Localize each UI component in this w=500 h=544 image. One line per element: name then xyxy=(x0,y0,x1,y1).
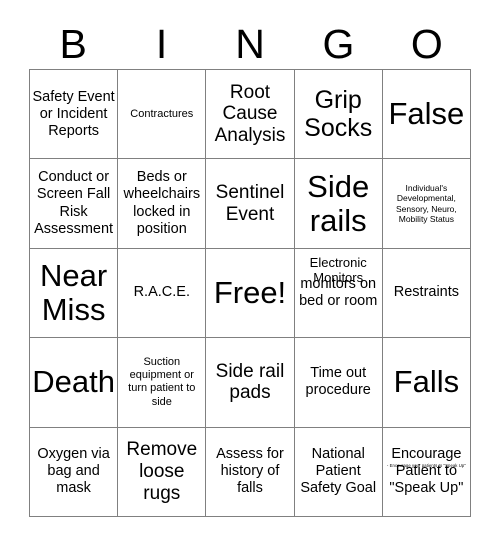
bingo-cell-label: National Patient Safety Goal xyxy=(300,446,377,497)
header-letter-b: B xyxy=(59,20,87,67)
bingo-cell-label: Remove loose rugs xyxy=(126,439,198,504)
bingo-cell-g5[interactable]: National Patient Safety Goal xyxy=(294,427,383,517)
bingo-cell-label: Safety Event or Incident Reports xyxy=(32,88,115,139)
bingo-cell-g1[interactable]: Grip Socks xyxy=(294,70,383,160)
header-letter-o: O xyxy=(410,20,443,67)
bingo-cell-b5[interactable]: Oxygen via bag and mask xyxy=(30,427,119,517)
header-letter-g: G xyxy=(322,20,355,67)
bingo-cell-label: Encourage Patient to "Speak Up" xyxy=(389,446,464,497)
bingo-cell-label: Suction equipment or turn patient to sid… xyxy=(128,356,196,408)
bingo-cell-b4[interactable]: Death xyxy=(30,338,119,428)
bingo-cell-g4[interactable]: Time out procedure xyxy=(294,338,383,428)
bingo-cell-label: Free! xyxy=(213,274,287,310)
bingo-cell-n1[interactable]: Root Cause Analysis xyxy=(206,70,295,160)
bingo-cell-label: Time out procedure xyxy=(305,365,371,399)
bingo-cell-i5[interactable]: Remove loose rugs xyxy=(118,427,207,517)
bingo-cell-label: Sentinel Event xyxy=(215,181,285,225)
bingo-cell-o3[interactable]: Restraints xyxy=(382,248,471,339)
bingo-cell-label: monitors on bed or room xyxy=(299,275,378,309)
bingo-cell-o4[interactable]: Falls xyxy=(382,338,471,428)
bingo-cell-label: Falls xyxy=(393,364,460,400)
bingo-cell-label: Conduct or Screen Fall Risk Assessment xyxy=(34,169,114,237)
bingo-cell-g2[interactable]: Side rails xyxy=(294,159,383,249)
bingo-cell-i2[interactable]: Beds or wheelchairs locked in position xyxy=(118,159,207,249)
bingo-cell-o2[interactable]: Individual's Developmental, Sensory, Neu… xyxy=(382,159,471,249)
bingo-cell-free-space[interactable]: Free! xyxy=(206,248,295,339)
bingo-cell-label: Contractures xyxy=(130,107,194,120)
bingo-cell-o5[interactable]: - Encourage your patients to "Speak Up" … xyxy=(382,427,471,517)
bingo-cell-label: Assess for history of falls xyxy=(216,446,284,497)
bingo-cell-g3[interactable]: Electronic Monitors monitors on bed or r… xyxy=(294,248,383,339)
bingo-cell-label: Side rail pads xyxy=(215,360,285,404)
bingo-cell-n2[interactable]: Sentinel Event xyxy=(206,159,295,249)
bingo-cell-label: Root Cause Analysis xyxy=(214,81,286,147)
bingo-cell-b2[interactable]: Conduct or Screen Fall Risk Assessment xyxy=(30,159,119,249)
bingo-cell-o1[interactable]: False xyxy=(382,70,471,160)
bingo-cell-i3[interactable]: R.A.C.E. xyxy=(118,248,207,339)
bingo-cell-i4[interactable]: Suction equipment or turn patient to sid… xyxy=(118,338,207,428)
header-letter-i: I xyxy=(155,20,168,67)
bingo-cell-b3[interactable]: Near Miss xyxy=(30,248,119,339)
bingo-cell-label: R.A.C.E. xyxy=(133,284,190,301)
bingo-cell-label: Side rails xyxy=(307,168,370,238)
bingo-cell-label: Grip Socks xyxy=(304,86,373,143)
bingo-cell-label: Restraints xyxy=(393,284,460,301)
bingo-cell-i1[interactable]: Contractures xyxy=(118,70,207,160)
bingo-cell-b1[interactable]: Safety Event or Incident Reports xyxy=(30,70,119,160)
bingo-cell-label: Death xyxy=(32,364,115,400)
bingo-cell-n5[interactable]: Assess for history of falls xyxy=(206,427,295,517)
bingo-cell-label: Beds or wheelchairs locked in position xyxy=(123,169,201,237)
bingo-header: B I N G O xyxy=(29,20,471,68)
bingo-cell-label: False xyxy=(388,96,465,132)
bingo-cell-label: Oxygen via bag and mask xyxy=(37,446,110,497)
bingo-cell-label: Near Miss xyxy=(39,257,108,327)
header-letter-n: N xyxy=(235,20,265,67)
bingo-grid: Safety Event or Incident Reports Contrac… xyxy=(29,69,471,517)
bingo-cell-n4[interactable]: Side rail pads xyxy=(206,338,295,428)
bingo-cell-label: Individual's Developmental, Sensory, Neu… xyxy=(395,182,457,224)
bingo-card: B I N G O Safety Event or Incident Repor… xyxy=(0,0,500,544)
